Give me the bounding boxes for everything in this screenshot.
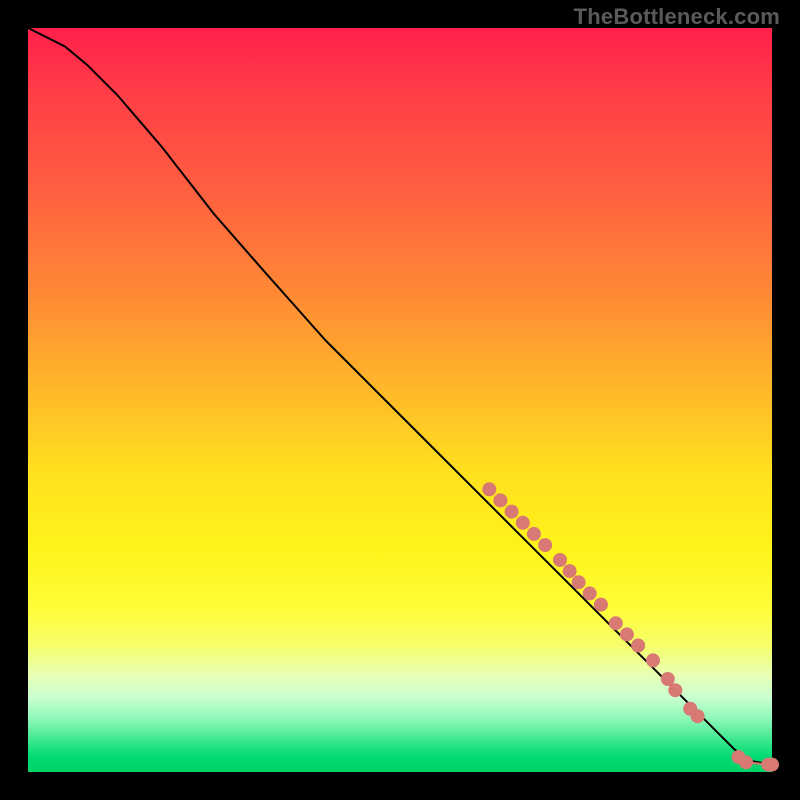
data-point: [505, 505, 519, 519]
data-point: [631, 639, 645, 653]
plot-area: [28, 28, 772, 772]
data-point: [553, 553, 567, 567]
data-point: [646, 653, 660, 667]
data-point: [538, 538, 552, 552]
data-point: [765, 758, 779, 772]
bottleneck-curve: [28, 28, 772, 765]
data-point: [572, 575, 586, 589]
watermark-text: TheBottleneck.com: [574, 4, 780, 30]
data-point: [516, 516, 530, 530]
data-point: [609, 616, 623, 630]
data-point: [583, 586, 597, 600]
data-point: [620, 627, 634, 641]
data-point: [739, 755, 753, 769]
data-point: [493, 493, 507, 507]
data-point: [527, 527, 541, 541]
data-point: [482, 482, 496, 496]
data-point: [691, 709, 705, 723]
data-point: [668, 683, 682, 697]
data-point: [594, 598, 608, 612]
data-point: [563, 564, 577, 578]
chart-svg: [28, 28, 772, 772]
chart-frame: TheBottleneck.com: [0, 0, 800, 800]
